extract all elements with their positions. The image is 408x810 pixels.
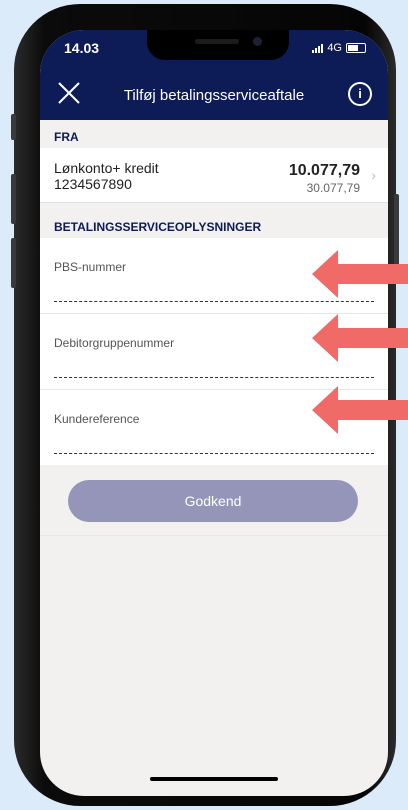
page-title: Tilføj betalingsserviceaftale xyxy=(123,87,305,104)
account-number: 1234567890 xyxy=(54,176,132,192)
pbs-number-label: PBS-nummer xyxy=(54,260,127,274)
info-icon[interactable]: i xyxy=(348,82,372,106)
arrow-pointer-icon xyxy=(312,386,408,434)
header-bar: 14.03 4G Tilføj betalingsserviceaftale i xyxy=(40,30,388,120)
camera xyxy=(253,37,262,46)
notch xyxy=(147,30,289,60)
section-from: FRA xyxy=(54,130,79,144)
signal-icon xyxy=(312,43,324,53)
chevron-right-icon: › xyxy=(371,167,376,183)
home-indicator[interactable] xyxy=(150,777,278,781)
battery-icon xyxy=(346,43,366,53)
mute-switch xyxy=(11,114,16,140)
debtor-group-input[interactable] xyxy=(54,367,374,378)
customer-reference-input[interactable] xyxy=(54,443,374,454)
arrow-pointer-icon xyxy=(312,250,408,298)
status-indicators: 4G xyxy=(312,42,366,54)
speaker xyxy=(195,39,239,44)
account-name: Lønkonto+ kredit xyxy=(54,160,159,176)
account-balance: 10.077,79 xyxy=(288,162,360,179)
arrow-pointer-icon xyxy=(312,314,408,362)
volume-up-button xyxy=(11,174,16,224)
network-type: 4G xyxy=(327,42,342,54)
divider xyxy=(40,535,388,536)
account-row[interactable]: Lønkonto+ kredit 1234567890 10.077,79 30… xyxy=(40,148,388,203)
approve-button[interactable]: Godkend xyxy=(68,480,358,522)
volume-down-button xyxy=(11,238,16,288)
debtor-group-label: Debitorgruppenummer xyxy=(54,336,175,350)
section-payment-info: BETALINGSSERVICEOPLYSNINGER xyxy=(54,220,262,234)
account-available: 30.077,79 xyxy=(306,181,360,195)
customer-reference-label: Kundereference xyxy=(54,412,140,426)
status-time: 14.03 xyxy=(64,40,100,56)
